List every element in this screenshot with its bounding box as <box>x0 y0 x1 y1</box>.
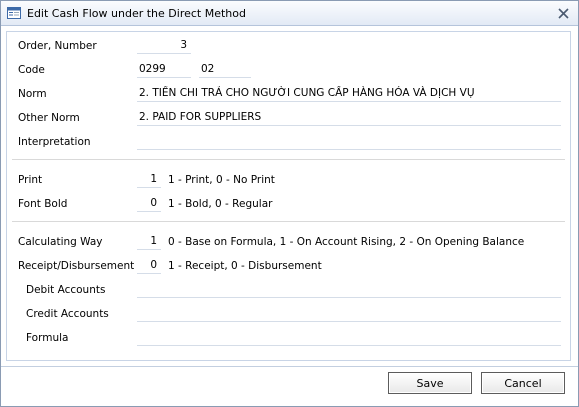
calculating-way-label: Calculating Way <box>18 236 103 248</box>
receipt-disbursement-field[interactable]: 0 <box>137 258 161 274</box>
font-bold-field[interactable]: 0 <box>137 196 161 212</box>
norm-label: Norm <box>18 88 47 100</box>
interpretation-label: Interpretation <box>18 136 91 148</box>
close-button[interactable] <box>556 6 571 21</box>
button-bar: Save Cancel <box>1 366 578 406</box>
code-field-1[interactable]: 0299 <box>137 62 191 78</box>
receipt-disbursement-hint: 1 - Receipt, 0 - Disbursement <box>168 260 322 272</box>
title-bar: Edit Cash Flow under the Direct Method <box>1 1 578 26</box>
form-panel: Order, Number 3 Code 0299 02 Norm 2. TIỀ… <box>6 31 571 361</box>
print-hint: 1 - Print, 0 - No Print <box>168 174 275 186</box>
receipt-disbursement-label: Receipt/Disbursement <box>18 260 135 272</box>
formula-field[interactable] <box>137 330 561 346</box>
print-label: Print <box>18 174 43 186</box>
code-label: Code <box>18 64 45 76</box>
font-bold-label: Font Bold <box>18 198 68 210</box>
separator <box>12 159 565 160</box>
norm-field[interactable]: 2. TIỀN CHI TRẢ CHO NGƯỜI CUNG CẤP HÀNG … <box>137 86 561 102</box>
cancel-button[interactable]: Cancel <box>481 372 565 394</box>
calculating-way-hint: 0 - Base on Formula, 1 - On Account Risi… <box>168 236 525 248</box>
print-field[interactable]: 1 <box>137 172 161 188</box>
interpretation-field[interactable] <box>137 134 561 150</box>
code-field-2[interactable]: 02 <box>199 62 251 78</box>
window-title: Edit Cash Flow under the Direct Method <box>27 7 246 20</box>
other-norm-field[interactable]: 2. PAID FOR SUPPLIERS <box>137 110 561 126</box>
form-window-icon <box>7 7 21 19</box>
debit-accounts-label: Debit Accounts <box>26 284 106 296</box>
save-button[interactable]: Save <box>388 372 472 394</box>
other-norm-label: Other Norm <box>18 112 80 124</box>
dialog-window: Edit Cash Flow under the Direct Method O… <box>0 0 579 407</box>
separator <box>12 221 565 222</box>
order-number-field[interactable]: 3 <box>137 38 191 54</box>
credit-accounts-field[interactable] <box>137 306 561 322</box>
order-number-label: Order, Number <box>18 40 97 52</box>
credit-accounts-label: Credit Accounts <box>26 308 109 320</box>
formula-label: Formula <box>26 332 69 344</box>
calculating-way-field[interactable]: 1 <box>137 234 161 250</box>
font-bold-hint: 1 - Bold, 0 - Regular <box>168 198 273 210</box>
close-icon <box>558 8 569 19</box>
debit-accounts-field[interactable] <box>137 282 561 298</box>
